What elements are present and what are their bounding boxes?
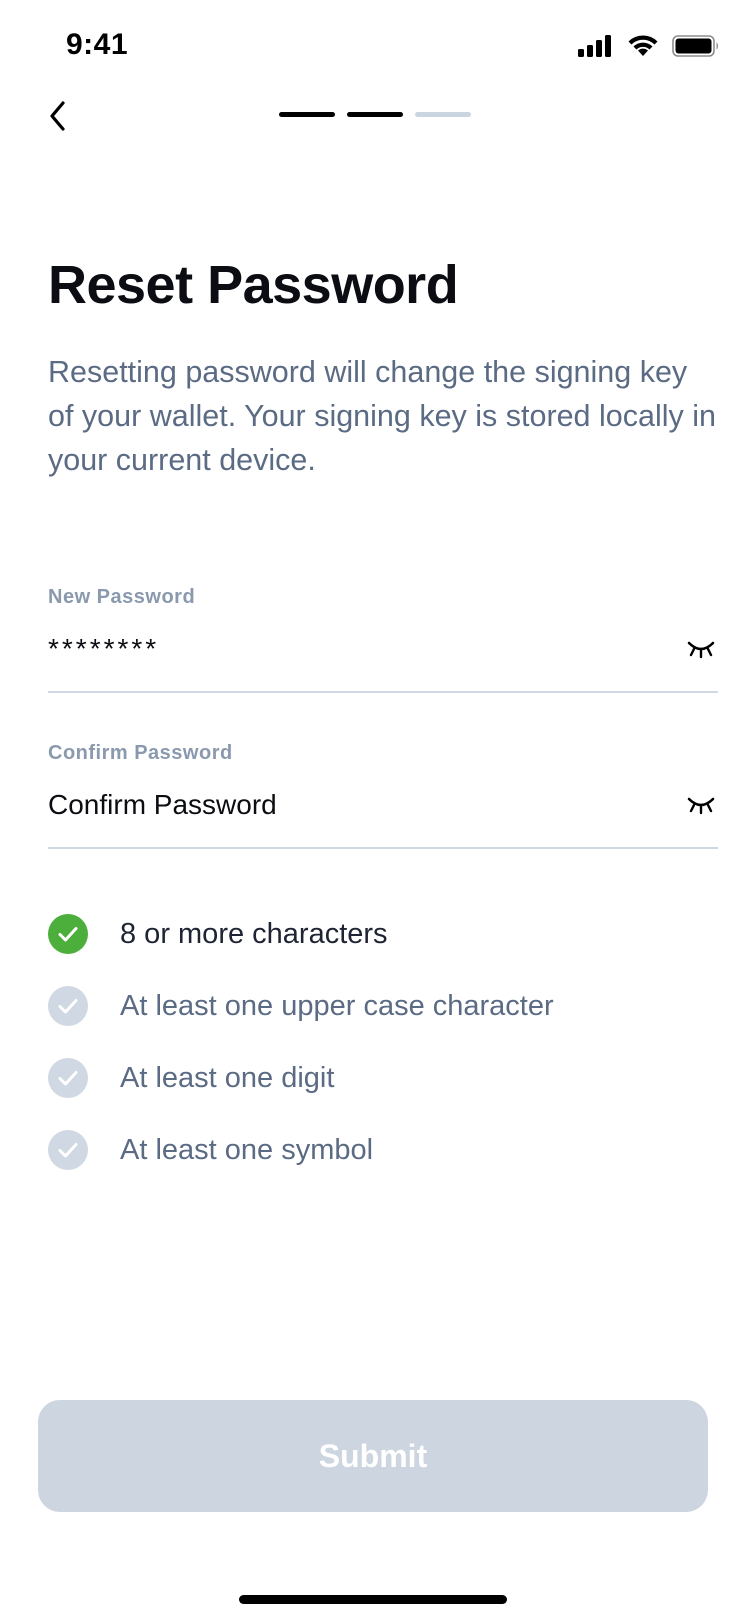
- status-bar: 9:41: [0, 0, 750, 92]
- new-password-field: New Password ********: [48, 586, 718, 693]
- progress-step-1: [279, 112, 335, 117]
- confirm-password-field: Confirm Password Confirm Password: [48, 742, 718, 849]
- confirm-password-label: Confirm Password: [48, 742, 233, 764]
- check-circle-icon: [48, 1058, 88, 1098]
- eye-closed-icon: [687, 641, 715, 659]
- wifi-icon: [628, 35, 658, 56]
- new-password-visibility-toggle[interactable]: [684, 634, 718, 664]
- requirement-item: At least one digit: [48, 1042, 718, 1114]
- requirement-label: At least one digit: [120, 1061, 335, 1094]
- cellular-signal-icon: [578, 35, 611, 57]
- password-requirements: 8 or more characters At least one upper …: [48, 898, 718, 1186]
- confirm-password-underline: [48, 847, 718, 849]
- back-button[interactable]: [38, 92, 78, 140]
- submit-label: Submit: [318, 1437, 428, 1474]
- check-circle-icon: [48, 1130, 88, 1170]
- requirement-item: 8 or more characters: [48, 898, 718, 970]
- chevron-left-icon: [50, 101, 65, 131]
- status-icons: [578, 34, 720, 58]
- battery-icon: [672, 35, 718, 57]
- requirement-item: At least one upper case character: [48, 970, 718, 1042]
- check-circle-icon: [48, 914, 88, 954]
- status-time: 9:41: [66, 28, 129, 61]
- page-description: Resetting password will change the signi…: [48, 355, 716, 477]
- requirement-item: At least one symbol: [48, 1114, 718, 1186]
- new-password-label: New Password: [48, 586, 196, 608]
- confirm-password-visibility-toggle[interactable]: [684, 790, 718, 820]
- requirement-label: At least one upper case character: [120, 989, 554, 1022]
- new-password-input[interactable]: ********: [48, 633, 159, 665]
- page-title: Reset Password: [48, 255, 459, 315]
- new-password-underline: [48, 691, 718, 693]
- check-circle-icon: [48, 986, 88, 1026]
- home-indicator: [239, 1595, 507, 1604]
- eye-closed-icon: [687, 797, 715, 815]
- step-progress: [279, 112, 471, 117]
- submit-button[interactable]: Submit: [38, 1400, 708, 1512]
- progress-step-3: [415, 112, 471, 117]
- progress-step-2: [347, 112, 403, 117]
- requirement-label: At least one symbol: [120, 1133, 374, 1166]
- confirm-password-input[interactable]: Confirm Password: [48, 789, 277, 821]
- requirement-label: 8 or more characters: [120, 917, 388, 950]
